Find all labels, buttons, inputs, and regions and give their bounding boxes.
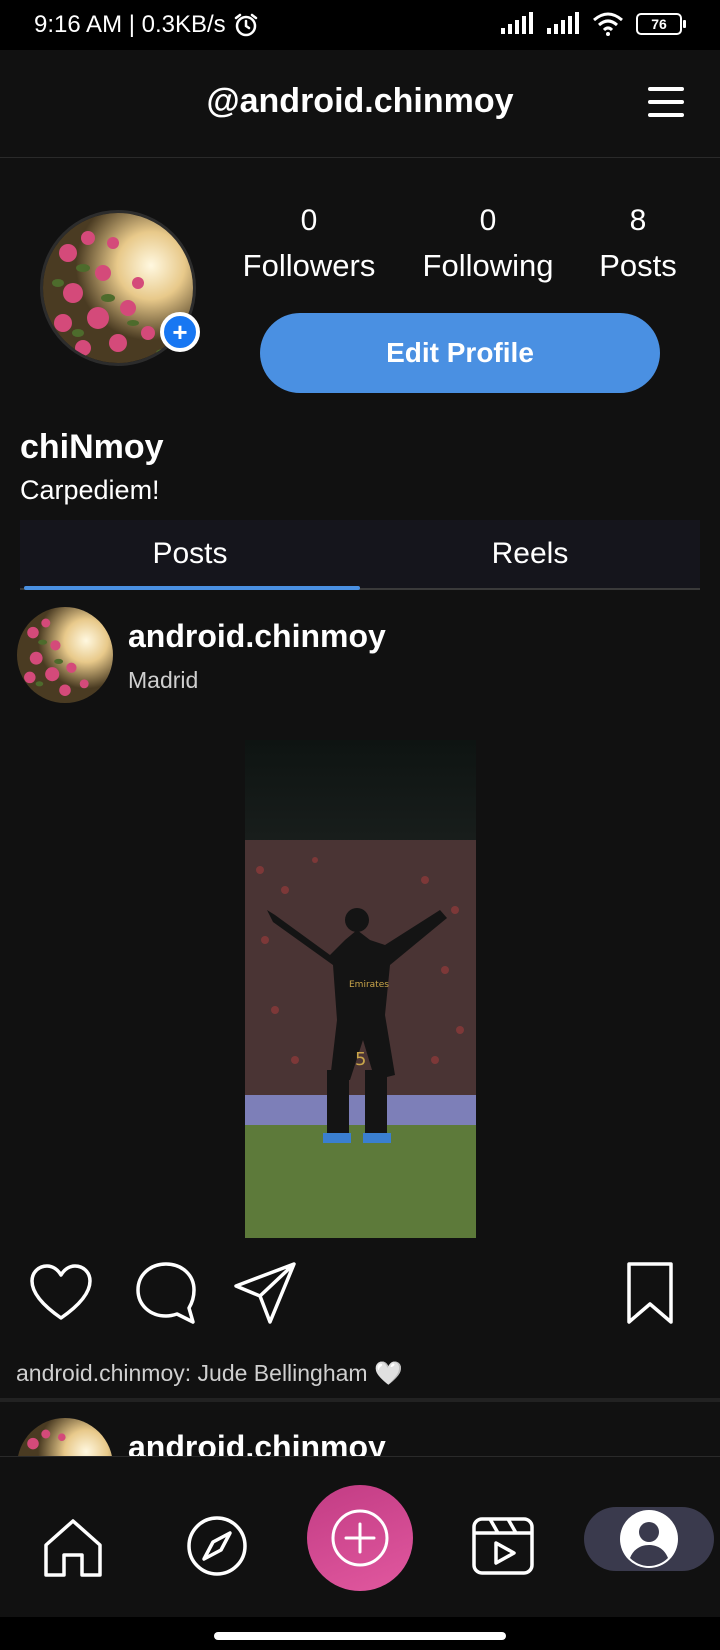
- post-divider: [0, 1398, 720, 1402]
- svg-text:5: 5: [355, 1049, 366, 1070]
- following-stat[interactable]: 0 Following: [418, 204, 558, 284]
- profile-tabs: Posts Reels: [20, 520, 700, 590]
- following-label: Following: [422, 248, 554, 283]
- edit-profile-button[interactable]: Edit Profile: [260, 313, 660, 393]
- followers-stat[interactable]: 0 Followers: [238, 204, 380, 284]
- battery-icon: 76: [636, 13, 686, 35]
- profile-icon: [620, 1510, 678, 1568]
- tab-reels[interactable]: Reels: [360, 520, 700, 588]
- following-count: 0: [479, 204, 497, 237]
- reels-icon[interactable]: [470, 1513, 536, 1579]
- signal-icon: [501, 12, 533, 34]
- status-time-speed: 9:16 AM | 0.3KB/s: [34, 11, 226, 38]
- page-title: @android.chinmoy: [206, 82, 514, 120]
- status-icons: 76: [500, 12, 686, 36]
- display-name: chiNmoy: [20, 428, 164, 466]
- alarm-icon: [234, 13, 257, 37]
- post-username[interactable]: android.chinmoy: [128, 618, 386, 655]
- comment-icon[interactable]: [133, 1260, 199, 1326]
- create-post-button[interactable]: [307, 1485, 413, 1591]
- posts-count: 8: [629, 204, 647, 237]
- nav-profile-tab[interactable]: [584, 1507, 714, 1571]
- profile-screen: 9:16 AM | 0.3KB/s 76 @android.chinmoy + …: [0, 0, 720, 1650]
- post-avatar-image: [17, 607, 113, 703]
- add-photo-symbol: +: [172, 317, 188, 347]
- post-caption: android.chinmoy: Jude Bellingham 🤍: [16, 1360, 403, 1386]
- followers-label: Followers: [242, 248, 376, 283]
- wifi-icon: [593, 12, 623, 36]
- bottom-navigation: [0, 1457, 720, 1617]
- post-author-avatar[interactable]: [17, 607, 113, 703]
- svg-text:Emirates: Emirates: [349, 980, 389, 990]
- signal-icon-2: [547, 12, 579, 34]
- home-indicator[interactable]: [214, 1632, 506, 1640]
- battery-level: 76: [651, 16, 667, 32]
- status-bar: 9:16 AM | 0.3KB/s 76: [0, 0, 720, 50]
- bookmark-icon[interactable]: [617, 1260, 683, 1326]
- posts-label: Posts: [599, 248, 677, 283]
- post-photo: Emirates 5: [245, 740, 476, 1238]
- add-icon: [331, 1509, 389, 1567]
- heart-icon[interactable]: [28, 1260, 94, 1326]
- add-photo-button[interactable]: +: [160, 312, 200, 352]
- posts-stat[interactable]: 8 Posts: [594, 204, 682, 284]
- explore-icon[interactable]: [184, 1513, 250, 1579]
- post-actions: [0, 1260, 720, 1330]
- tab-posts[interactable]: Posts: [20, 520, 360, 590]
- profile-avatar-container[interactable]: +: [40, 210, 200, 366]
- post-location: Madrid: [128, 667, 199, 693]
- send-icon[interactable]: [232, 1260, 298, 1326]
- home-icon[interactable]: [40, 1515, 106, 1581]
- menu-icon[interactable]: [646, 84, 686, 120]
- profile-bio: Carpediem!: [20, 475, 160, 505]
- post-image[interactable]: Emirates 5: [245, 740, 476, 1238]
- app-header: @android.chinmoy: [0, 50, 720, 158]
- followers-count: 0: [300, 204, 318, 237]
